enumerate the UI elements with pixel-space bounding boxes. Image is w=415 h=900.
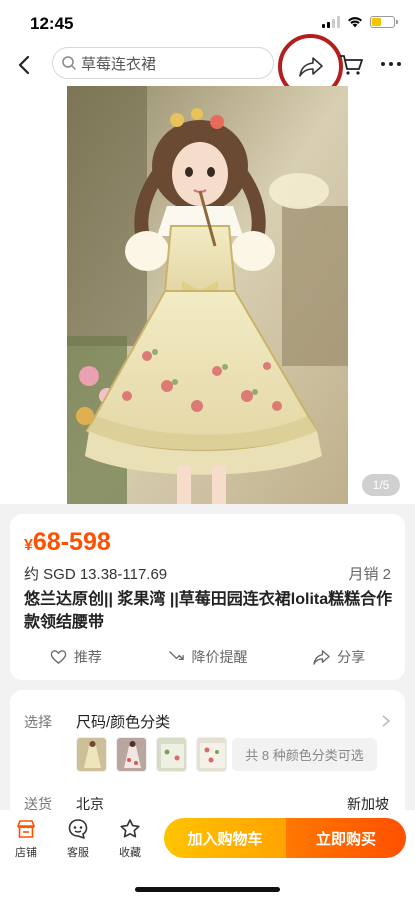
tab-favorite-label: 收藏 <box>119 847 141 859</box>
price-alert-label: 降价提醒 <box>191 649 248 665</box>
share-button[interactable]: 分享 <box>273 644 405 670</box>
share-label: 分享 <box>337 649 366 665</box>
share-icon <box>313 649 330 665</box>
sgd-price: 约 SGD 13.38-117.69 <box>24 566 168 583</box>
home-indicator[interactable] <box>135 887 280 892</box>
search-icon <box>62 56 76 70</box>
top-nav: 草莓连衣裙 <box>0 34 415 99</box>
battery-icon <box>370 16 398 28</box>
status-bar: 12:45 <box>0 0 415 44</box>
back-icon[interactable] <box>12 52 38 78</box>
product-title: 悠兰达原创|| 浆果湾 ||草莓田园连衣裙lolita糕糕合作款领结腰带 <box>24 591 393 631</box>
price-alert-button[interactable]: 降价提醒 <box>142 644 274 670</box>
recommend-label: 推荐 <box>73 649 102 665</box>
price-range: 68-598 <box>32 528 111 556</box>
search-text: 草莓连衣裙 <box>81 55 157 73</box>
recommend-button[interactable]: 推荐 <box>10 644 142 670</box>
currency-symbol: ¥ <box>24 537 33 554</box>
add-to-cart-button[interactable]: 加入购物车 <box>164 818 286 858</box>
product-gallery[interactable]: 1/5 <box>0 86 415 504</box>
buy-now-button[interactable]: 立即购买 <box>286 818 406 858</box>
tab-store[interactable]: 店铺 <box>6 818 46 860</box>
status-time: 12:45 <box>30 14 74 33</box>
heart-icon <box>50 649 67 664</box>
product-photo-illustration <box>67 86 348 504</box>
customer-service-icon <box>68 819 88 839</box>
search-input[interactable]: 草莓连衣裙 <box>52 47 274 79</box>
variant-thumbnail[interactable] <box>116 737 147 772</box>
options-card[interactable]: 选择 尺码/颜色分类 共 8 种颜色分类可选 送货 北京 新加坡 <box>10 690 405 820</box>
wifi-icon <box>348 17 362 28</box>
variant-thumbnail[interactable] <box>156 737 187 772</box>
tab-store-label: 店铺 <box>15 847 37 859</box>
variant-thumbnail[interactable] <box>196 737 227 772</box>
variant-thumbnail[interactable] <box>76 737 107 772</box>
product-actions: 推荐 降价提醒 分享 <box>10 644 405 670</box>
price: ¥68-598 <box>24 528 111 557</box>
tab-customer-service[interactable]: 客服 <box>58 818 98 860</box>
tab-customer-service-label: 客服 <box>67 847 89 859</box>
store-icon <box>17 820 35 838</box>
tab-favorite[interactable]: 收藏 <box>110 818 150 860</box>
select-label: 选择 <box>24 714 52 730</box>
chevron-right-icon[interactable] <box>381 714 391 728</box>
cart-icon[interactable] <box>338 53 364 77</box>
cellular-signal-icon <box>322 16 340 28</box>
price-drop-icon <box>168 650 184 660</box>
more-icon[interactable] <box>378 54 404 74</box>
bottom-action-bar: 店铺 客服 收藏 加入购物车 立即购买 <box>0 810 415 900</box>
star-icon <box>120 819 140 838</box>
variants-count[interactable]: 共 8 种颜色分类可选 <box>232 738 377 771</box>
image-counter: 1/5 <box>362 474 400 496</box>
share-icon <box>298 56 323 77</box>
variant-thumbnails <box>76 737 227 772</box>
price-card: ¥68-598 约 SGD 13.38-117.69 月销 2 悠兰达原创|| … <box>10 514 405 680</box>
monthly-sales: 月销 2 <box>348 566 391 583</box>
product-photo[interactable] <box>67 86 348 504</box>
select-value[interactable]: 尺码/颜色分类 <box>76 711 170 732</box>
